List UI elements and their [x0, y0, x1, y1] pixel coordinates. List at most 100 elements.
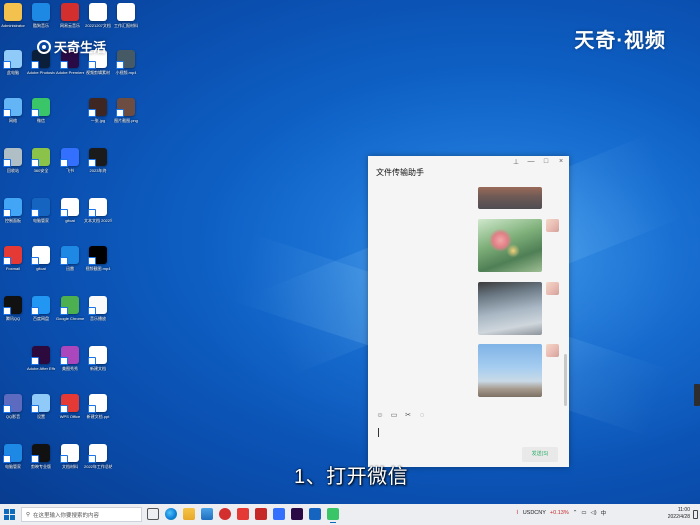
- scrollbar[interactable]: [564, 354, 567, 406]
- desktop-icon[interactable]: 电脑管家: [27, 198, 55, 223]
- desktop-icon[interactable]: 文本文档 2022年: [84, 198, 112, 223]
- desktop-icon[interactable]: 美图秀秀: [56, 346, 84, 371]
- desktop-icon-label: 新建文档.ppt: [86, 414, 110, 419]
- taskbar-search-input[interactable]: ⚲ 在这里输入你要搜索的内容: [21, 507, 142, 522]
- netease-music-icon[interactable]: [219, 508, 231, 520]
- desktop-icon[interactable]: 此电脑: [0, 50, 27, 75]
- subtitle-caption: 1、打开微信: [294, 466, 409, 488]
- desktop-icon[interactable]: QQ影音: [0, 394, 27, 419]
- desktop-icon[interactable]: 酷狗音乐: [27, 3, 55, 28]
- desktop-icon-label: 百度网盘: [33, 316, 49, 321]
- file-explorer-icon[interactable]: [183, 508, 195, 520]
- volume-icon[interactable]: ◁): [591, 510, 597, 516]
- task-view-icon[interactable]: [147, 508, 159, 520]
- notification-icon[interactable]: [693, 510, 698, 519]
- desktop-icon-label: 新建文档: [90, 366, 106, 371]
- image-message[interactable]: [478, 219, 542, 272]
- ppt-file-icon: [88, 394, 107, 413]
- desktop-icon[interactable]: Adobe After Effects: [27, 346, 55, 371]
- desktop-icon[interactable]: 网易云音乐: [56, 3, 84, 28]
- desktop-icon[interactable]: 360安全: [27, 148, 55, 173]
- window-controls: ⊥ — □ ×: [512, 158, 565, 166]
- desktop-icon[interactable]: 工作汇报材料: [112, 3, 140, 28]
- desktop-icon[interactable]: 电脑管家: [0, 444, 27, 469]
- desktop-icon[interactable]: gitcat: [27, 246, 55, 271]
- send-button[interactable]: 发送(S): [522, 447, 558, 462]
- avatar[interactable]: [546, 219, 559, 232]
- desktop-icon[interactable]: Google Chrome: [56, 296, 84, 321]
- desktop-icon[interactable]: WPS Office: [56, 394, 84, 419]
- stock-chart-icon[interactable]: ⌇: [516, 510, 519, 516]
- edge-browser-icon[interactable]: [165, 508, 177, 520]
- maximize-icon[interactable]: □: [542, 158, 550, 166]
- wps-icon[interactable]: [237, 508, 249, 520]
- desktop-icon[interactable]: 回收站: [0, 148, 27, 173]
- desktop-icon[interactable]: 新建文档: [84, 346, 112, 371]
- message-list[interactable]: [368, 182, 569, 407]
- desktop-icon[interactable]: gitcat: [56, 198, 84, 223]
- desktop-icon[interactable]: 迅雷: [56, 246, 84, 271]
- pin-icon[interactable]: ⊥: [512, 158, 520, 166]
- desktop-icon-label: 视频截图.mp4: [85, 266, 111, 271]
- tray-overflow-icon[interactable]: ⌃: [573, 510, 578, 516]
- emoji-icon[interactable]: ☺: [376, 412, 384, 420]
- desktop-icon[interactable]: 音乐播放: [84, 296, 112, 321]
- avatar[interactable]: [546, 344, 559, 357]
- chat-history-icon[interactable]: ◌: [418, 412, 426, 420]
- desktop-icon-label: 电脑管家: [5, 464, 21, 469]
- foxmail-icon[interactable]: [255, 508, 267, 520]
- store-icon[interactable]: [201, 508, 213, 520]
- desktop-icon-label: 小视频.mp4: [115, 70, 137, 75]
- desktop-icon[interactable]: 一张.jpg: [84, 98, 112, 123]
- desktop-icon[interactable]: 飞书: [56, 148, 84, 173]
- desktop-icon-label: gitcat: [36, 266, 46, 271]
- close-icon[interactable]: ×: [557, 158, 565, 166]
- desktop-icon[interactable]: 设置: [27, 394, 55, 419]
- word-doc-icon: [117, 3, 135, 21]
- desktop-icon[interactable]: 2022年工作总结: [84, 444, 112, 469]
- photos-icon[interactable]: [309, 508, 321, 520]
- scissors-icon[interactable]: ✂: [404, 412, 412, 420]
- pc-manager-icon: [31, 198, 50, 217]
- feishu-icon[interactable]: [273, 508, 285, 520]
- qq-player-icon: [3, 394, 22, 413]
- premiere-icon[interactable]: [291, 508, 303, 520]
- message-input[interactable]: [378, 428, 379, 437]
- desktop-icon-label: 设置: [37, 414, 45, 419]
- minimize-icon[interactable]: —: [527, 158, 535, 166]
- desktop-icon[interactable]: 腾讯QQ: [0, 296, 27, 321]
- desktop-icon-label: 剪映专业版: [31, 464, 51, 469]
- text-file-icon: [31, 246, 50, 265]
- desktop-icon[interactable]: Administrator: [0, 3, 27, 28]
- desktop-icon[interactable]: 新建文档.ppt: [84, 394, 112, 419]
- desktop-icon[interactable]: 剪映专业版: [27, 444, 55, 469]
- avatar[interactable]: [546, 282, 559, 295]
- ime-indicator[interactable]: 中: [601, 509, 607, 517]
- system-clock[interactable]: 11:00 2022/4/28: [652, 507, 690, 521]
- desktop-icon[interactable]: 图片截图.png: [112, 98, 140, 123]
- windows-start-icon[interactable]: [4, 509, 15, 520]
- edge-handle[interactable]: [694, 384, 700, 406]
- desktop-icon[interactable]: 2023年终: [84, 148, 112, 173]
- wechat-chat-window[interactable]: 文件传输助手 ⊥ — □ × ☺ ▭ ✂ ◌ 发送(S): [368, 156, 569, 467]
- desktop-icon[interactable]: 视频截图.mp4: [84, 246, 112, 271]
- desktop-icon[interactable]: 20221207文档: [84, 3, 112, 28]
- network-icon[interactable]: ▭: [581, 510, 586, 516]
- desktop-icon-label: 文本文档 2022年: [84, 218, 112, 223]
- guard-icon: [3, 444, 22, 463]
- wechat-icon: [31, 98, 50, 117]
- desktop-icon[interactable]: 百度网盘: [27, 296, 55, 321]
- wechat-taskbar-icon[interactable]: [327, 508, 339, 523]
- desktop-icon[interactable]: 网络: [0, 98, 27, 123]
- desktop-icon-label: 腾讯QQ: [5, 316, 21, 321]
- desktop-icon[interactable]: Foxmail: [0, 246, 27, 271]
- desktop-icon[interactable]: 控制面板: [0, 198, 27, 223]
- image-message[interactable]: [478, 187, 542, 209]
- desktop-icon-label: Foxmail: [5, 266, 20, 271]
- image-message[interactable]: [478, 282, 542, 335]
- desktop-icon[interactable]: 微信: [27, 98, 55, 123]
- desktop-icon[interactable]: 小视频.mp4: [112, 50, 140, 75]
- folder-icon[interactable]: ▭: [390, 412, 398, 420]
- desktop-icon[interactable]: 文档材料: [56, 444, 84, 469]
- image-message[interactable]: [478, 344, 542, 397]
